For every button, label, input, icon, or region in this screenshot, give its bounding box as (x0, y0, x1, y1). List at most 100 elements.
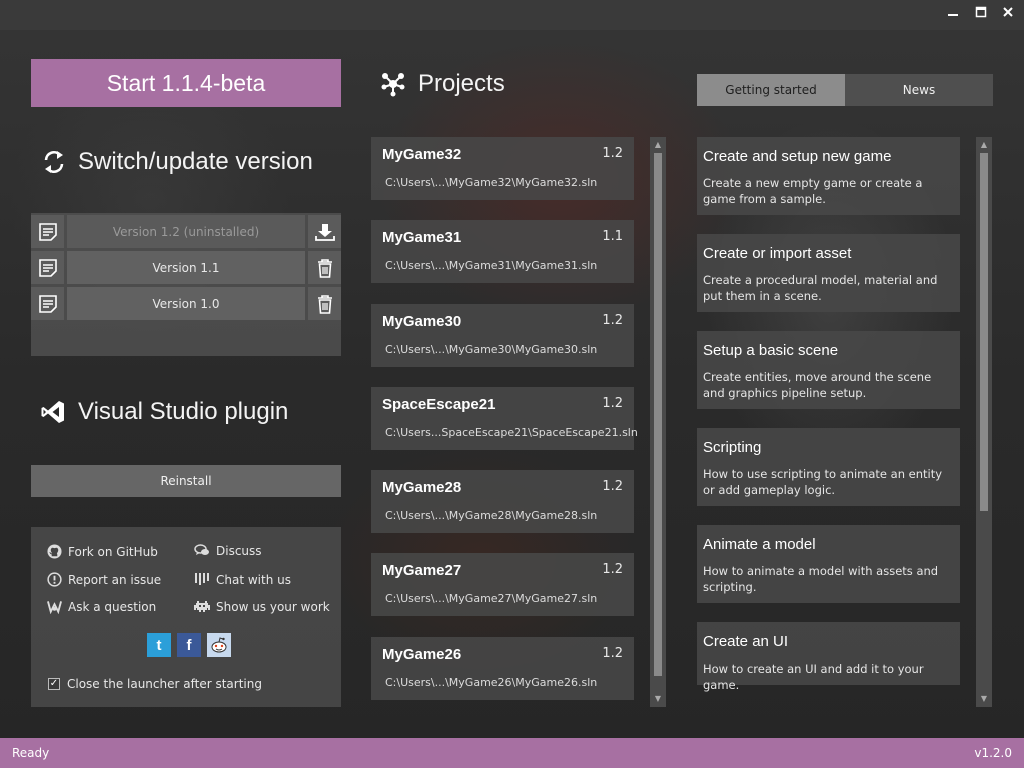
guide-title: Create or import asset (703, 245, 852, 262)
projects-heading: Projects (380, 70, 505, 98)
discuss-link[interactable]: Discuss (194, 544, 262, 558)
download-button[interactable] (308, 215, 341, 248)
versions-panel: Version 1.2 (uninstalled) Version 1.1 Ve… (31, 213, 341, 356)
maximize-button[interactable] (972, 6, 990, 24)
tab-getting-started[interactable]: Getting started (697, 74, 845, 106)
project-version: 1.2 (602, 146, 623, 161)
status-text: Ready (12, 746, 50, 760)
project-path: C:\Users\...\MyGame30\MyGame30.sln (385, 343, 598, 356)
release-notes-icon (38, 222, 57, 241)
project-name: MyGame30 (382, 313, 462, 330)
project-name: MyGame26 (382, 646, 462, 663)
guide-item[interactable]: Animate a model How to animate a model w… (697, 525, 960, 603)
release-notes-button[interactable] (31, 287, 64, 320)
delete-version-button[interactable] (308, 251, 341, 284)
window-titlebar (0, 0, 1024, 30)
reddit-icon (211, 637, 227, 653)
version-label[interactable]: Version 1.2 (uninstalled) (67, 215, 305, 248)
show-work-link[interactable]: Show us your work (194, 600, 330, 614)
fork-github-link[interactable]: Fork on GitHub (47, 544, 158, 559)
release-notes-button[interactable] (31, 215, 64, 248)
minimize-button[interactable] (944, 6, 962, 24)
project-path: C:\Users\...\MyGame27\MyGame27.sln (385, 592, 598, 605)
trash-icon (317, 258, 332, 278)
report-issue-link[interactable]: Report an issue (47, 572, 161, 587)
scroll-down-icon[interactable]: ▼ (650, 693, 666, 705)
minimize-icon (948, 14, 958, 16)
guide-item[interactable]: Create an UI How to create an UI and add… (697, 622, 960, 692)
guide-item[interactable]: Create and setup new game Create a new e… (697, 137, 960, 215)
switch-version-heading: Switch/update version (42, 148, 313, 176)
twitter-icon: t (156, 636, 162, 654)
delete-version-button[interactable] (308, 287, 341, 320)
chat-link[interactable]: Chat with us (194, 572, 291, 587)
project-name: MyGame27 (382, 562, 462, 579)
project-item[interactable]: MyGame32 1.2 C:\Users\...\MyGame32\MyGam… (371, 137, 634, 200)
project-item[interactable]: MyGame31 1.1 C:\Users\...\MyGame31\MyGam… (371, 220, 634, 283)
close-button[interactable] (999, 6, 1017, 24)
guide-title: Scripting (703, 439, 762, 456)
maximize-icon (975, 6, 987, 18)
refresh-icon (44, 151, 64, 173)
project-path: C:\Users\...\MyGame32\MyGame32.sln (385, 176, 598, 189)
release-notes-icon (38, 294, 57, 313)
project-item[interactable]: MyGame26 1.2 C:\Users\...\MyGame26\MyGam… (371, 637, 634, 700)
alert-icon (47, 572, 62, 587)
project-path: C:\Users...SpaceEscape21\SpaceEscape21.s… (385, 426, 638, 439)
guide-title: Setup a basic scene (703, 342, 839, 359)
status-bar: Ready v1.2.0 (0, 738, 1024, 768)
guide-item[interactable]: Create or import asset Create a procedur… (697, 234, 960, 312)
vs-plugin-title: Visual Studio plugin (78, 398, 289, 425)
start-button[interactable]: Start 1.1.4-beta (31, 59, 341, 107)
close-icon (1003, 7, 1013, 17)
guide-item[interactable]: Setup a basic scene Create entities, mov… (697, 331, 960, 409)
facebook-icon: f (186, 636, 192, 654)
guide-description: Create a new empty game or create a game… (703, 176, 923, 206)
guide-title: Create an UI (703, 633, 789, 650)
switch-version-title: Switch/update version (78, 148, 313, 175)
guide-item[interactable]: Scripting How to use scripting to animat… (697, 428, 960, 506)
projects-icon (381, 73, 405, 97)
facebook-button[interactable]: f (177, 633, 201, 657)
project-item[interactable]: MyGame27 1.2 C:\Users\...\MyGame27\MyGam… (371, 553, 634, 616)
guide-description: How to use scripting to animate an entit… (703, 467, 943, 497)
projects-scroll-thumb[interactable] (654, 153, 662, 676)
project-item[interactable]: SpaceEscape21 1.2 C:\Users...SpaceEscape… (371, 387, 638, 450)
project-name: MyGame31 (382, 229, 462, 246)
project-path: C:\Users\...\MyGame26\MyGame26.sln (385, 676, 598, 689)
guide-description: How to create an UI and add it to your g… (703, 662, 924, 692)
twitter-button[interactable]: t (147, 633, 171, 657)
tab-news[interactable]: News (845, 74, 993, 106)
discuss-label: Discuss (216, 544, 262, 558)
scroll-down-icon[interactable]: ▼ (976, 693, 992, 705)
fork-github-label: Fork on GitHub (68, 544, 158, 559)
reinstall-button[interactable]: Reinstall (31, 465, 341, 497)
project-version: 1.2 (602, 646, 623, 661)
vs-plugin-heading: Visual Studio plugin (40, 398, 288, 426)
scroll-up-icon[interactable]: ▲ (976, 139, 992, 151)
project-path: C:\Users\...\MyGame31\MyGame31.sln (385, 259, 598, 272)
project-item[interactable]: MyGame28 1.2 C:\Users\...\MyGame28\MyGam… (371, 470, 634, 533)
project-name: MyGame32 (382, 146, 462, 163)
version-label[interactable]: Version 1.0 (67, 287, 305, 320)
guide-title: Animate a model (703, 536, 816, 553)
projects-scrollbar[interactable]: ▲ ▼ (650, 137, 666, 707)
guides-scrollbar[interactable]: ▲ ▼ (976, 137, 992, 707)
project-version: 1.2 (602, 479, 623, 494)
report-issue-label: Report an issue (68, 572, 162, 587)
close-launcher-option[interactable]: ✓ Close the launcher after starting (48, 677, 262, 691)
chat-icon (195, 573, 209, 585)
show-work-label: Show us your work (216, 600, 330, 614)
version-row: Version 1.0 (31, 287, 341, 320)
project-path: C:\Users\...\MyGame28\MyGame28.sln (385, 509, 598, 522)
release-notes-button[interactable] (31, 251, 64, 284)
projects-title: Projects (418, 70, 505, 97)
project-item[interactable]: MyGame30 1.2 C:\Users\...\MyGame30\MyGam… (371, 304, 634, 367)
ask-icon (47, 601, 62, 614)
reddit-button[interactable] (207, 633, 231, 657)
ask-question-link[interactable]: Ask a question (47, 600, 156, 614)
guides-scroll-thumb[interactable] (980, 153, 988, 511)
close-launcher-checkbox[interactable]: ✓ (48, 678, 60, 690)
scroll-up-icon[interactable]: ▲ (650, 139, 666, 151)
version-label[interactable]: Version 1.1 (67, 251, 305, 284)
